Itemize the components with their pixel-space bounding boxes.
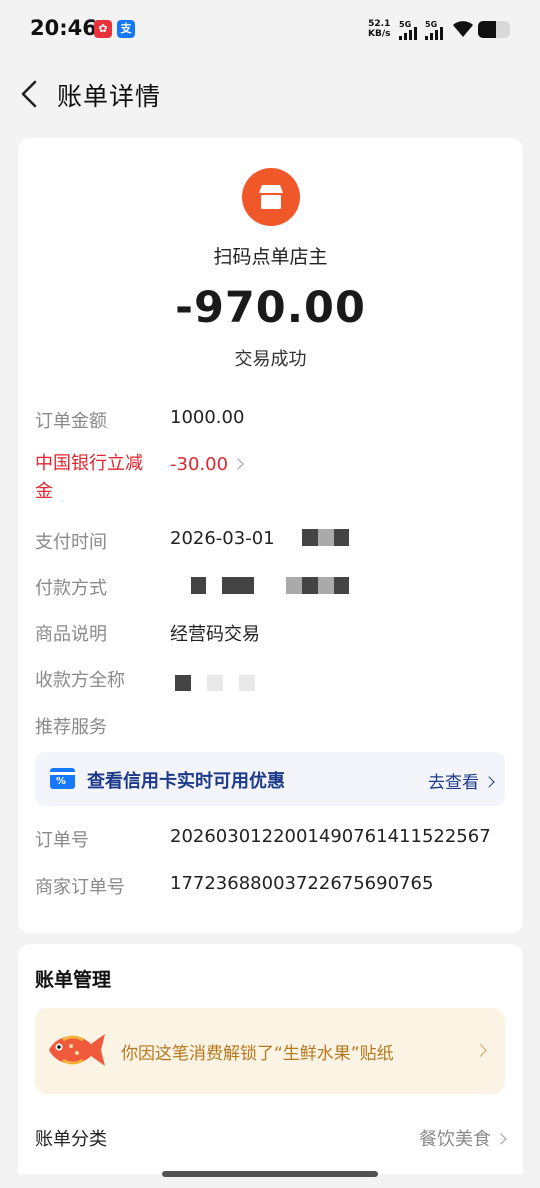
promo-link[interactable]: 去查看 [428, 768, 495, 793]
transaction-status: 交易成功 [234, 349, 307, 370]
header: 账单详情 [0, 60, 540, 130]
bill-management-card: 账单管理 你因这笔消费解锁了“生鲜水果”贴纸 账单分类 餐饮美食 [18, 944, 523, 1174]
pay-time-label: 支付时间 [35, 532, 107, 553]
transaction-card: 扫码点单店主 -970.00 交易成功 订单金额 1000.00 中国银行立减金… [18, 138, 523, 933]
transaction-amount: -970.00 [175, 283, 366, 333]
credit-card-icon: % [50, 768, 75, 789]
redacted-block [302, 529, 318, 546]
status-time: 20:46 [30, 16, 97, 40]
redacted-block [318, 577, 334, 594]
chevron-right-icon [495, 1133, 507, 1145]
page-title: 账单详情 [57, 82, 162, 111]
net-speed: 52.1 KB/s [368, 19, 391, 39]
merchant-order-value: 17723688003722675690765 [170, 873, 434, 894]
store-icon [242, 168, 300, 226]
payee-label: 收款方全称 [35, 670, 125, 691]
pay-method-label: 付款方式 [35, 578, 107, 599]
chevron-right-icon [474, 1044, 487, 1057]
promo-text: 查看信用卡实时可用优惠 [87, 771, 285, 792]
redacted-block [334, 529, 349, 546]
redacted-block [334, 577, 349, 594]
order-no-label: 订单号 [35, 830, 89, 851]
discount-value[interactable]: -30.00 [170, 454, 244, 475]
goldfish-icon [49, 1034, 105, 1066]
redacted-block [222, 577, 254, 594]
redacted-block [207, 675, 223, 691]
wifi-icon [453, 21, 473, 37]
battery-icon [478, 21, 510, 38]
recommend-service-label: 推荐服务 [35, 717, 107, 738]
redacted-block [239, 675, 255, 691]
order-amount-label: 订单金额 [35, 411, 107, 432]
credit-card-promo-banner[interactable]: % 查看信用卡实时可用优惠 去查看 [35, 752, 505, 806]
redacted-block [175, 675, 191, 691]
signal-icon: 5G [399, 20, 421, 40]
chevron-right-icon [232, 458, 244, 470]
pay-time-value: 2026-03-01 [170, 528, 275, 549]
chevron-right-icon [483, 776, 495, 788]
sticker-banner[interactable]: 你因这笔消费解锁了“生鲜水果”贴纸 [35, 1008, 505, 1094]
product-desc-label: 商品说明 [35, 624, 107, 645]
redacted-block [191, 577, 206, 594]
home-indicator[interactable] [162, 1171, 378, 1177]
redacted-block [286, 577, 302, 594]
merchant-name: 扫码点单店主 [213, 246, 328, 268]
signal-icon: 5G [425, 20, 447, 40]
section-title: 账单管理 [35, 969, 112, 991]
alipay-notification-icon: 支 [117, 20, 135, 38]
back-arrow-icon[interactable] [14, 78, 46, 110]
bill-category-label: 账单分类 [35, 1129, 107, 1150]
product-desc-value: 经营码交易 [170, 624, 260, 645]
redacted-block [318, 529, 334, 546]
order-amount-value: 1000.00 [170, 407, 245, 428]
notification-app-icon: ✿ [94, 20, 112, 38]
redacted-block [302, 577, 318, 594]
discount-label: 中国银行立减金 [35, 453, 143, 502]
order-no-value: 2026030122001490761411522567 [170, 826, 491, 847]
status-bar: 20:46 ✿ 支 52.1 KB/s 5G 5G [0, 0, 540, 60]
merchant-order-label: 商家订单号 [35, 877, 125, 898]
sticker-text: 你因这笔消费解锁了“生鲜水果”贴纸 [121, 1044, 394, 1064]
bill-category-value[interactable]: 餐饮美食 [419, 1125, 507, 1151]
